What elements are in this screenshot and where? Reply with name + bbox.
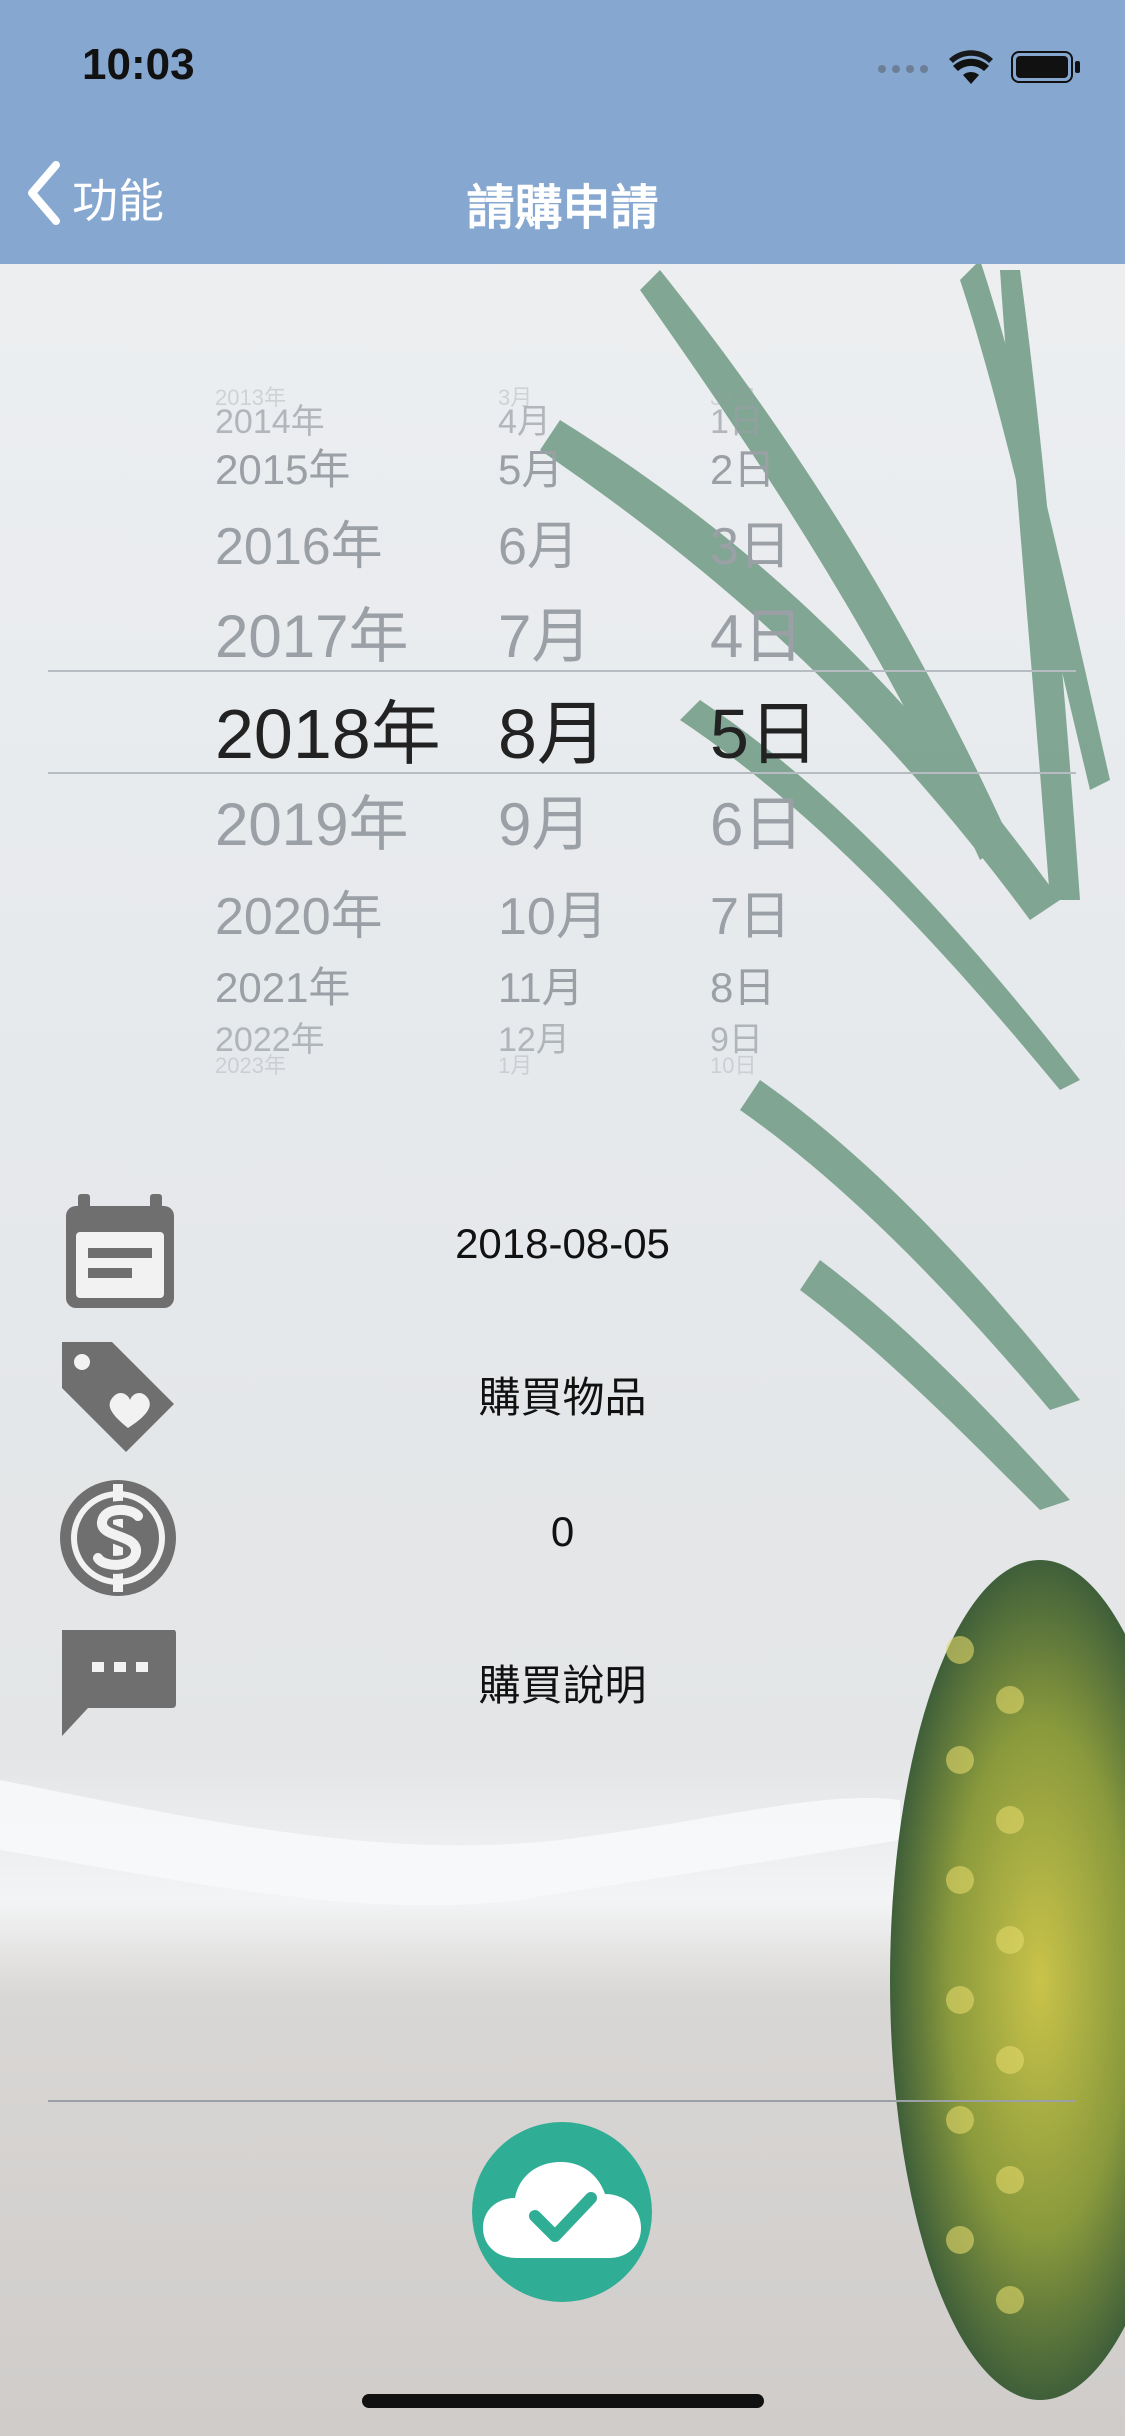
- dollar-icon: [56, 1476, 180, 1600]
- description-row[interactable]: 購買說明: [0, 1612, 1125, 1752]
- picker-day-selected[interactable]: 5日: [710, 678, 819, 779]
- chat-bubble-icon: [56, 1620, 180, 1744]
- picker-day-row[interactable]: 4日: [710, 588, 803, 675]
- tag-heart-icon: [56, 1332, 180, 1456]
- picker-year-row[interactable]: 2019年: [215, 776, 408, 863]
- picker-month-row[interactable]: 11月: [498, 954, 584, 1015]
- picker-year-selected[interactable]: 2018年: [215, 678, 441, 779]
- picker-year-row[interactable]: 2021年: [215, 954, 350, 1015]
- picker-day-row[interactable]: 2日: [710, 436, 775, 497]
- picker-month-row[interactable]: 5月: [498, 436, 563, 497]
- picker-year-row[interactable]: 2015年: [215, 436, 350, 497]
- amount-field[interactable]: 0: [240, 1508, 885, 1556]
- picker-day-row[interactable]: 10日: [710, 1048, 756, 1080]
- picker-year-row[interactable]: 2017年: [215, 588, 408, 675]
- date-row[interactable]: 2018-08-05: [0, 1180, 1125, 1320]
- picker-month-row[interactable]: 10月: [498, 874, 608, 949]
- picker-month-selected[interactable]: 8月: [498, 678, 607, 779]
- picker-month-column[interactable]: 3月 4月 5月 6月 7月 8月 9月 10月 11月 12月 1月: [498, 264, 648, 1084]
- description-field[interactable]: 購買說明: [240, 1652, 885, 1713]
- home-indicator[interactable]: [362, 2394, 764, 2408]
- submit-button[interactable]: [472, 2122, 652, 2302]
- status-icons: [877, 50, 1081, 89]
- signal-dots-icon: [877, 61, 931, 79]
- picker-year-row[interactable]: 2020年: [215, 874, 383, 949]
- picker-month-row[interactable]: 9月: [498, 776, 591, 863]
- wifi-icon: [949, 50, 993, 89]
- cloud-check-icon: [477, 2150, 647, 2275]
- navigation-bar: 功能 請購申請: [0, 132, 1125, 264]
- item-field[interactable]: 購買物品: [240, 1364, 885, 1425]
- picker-day-column[interactable]: 31日 1日 2日 3日 4日 5日 6日 7日 8日 9日 10日: [710, 264, 870, 1084]
- status-bar: 10:03: [0, 0, 1125, 132]
- calendar-icon: [56, 1188, 180, 1312]
- picker-year-column[interactable]: 2013年 2014年 2015年 2016年 2017年 2018年 2019…: [215, 264, 455, 1084]
- picker-month-row[interactable]: 6月: [498, 504, 579, 579]
- date-picker[interactable]: 2013年 2014年 2015年 2016年 2017年 2018年 2019…: [0, 264, 1125, 1084]
- date-value[interactable]: 2018-08-05: [240, 1220, 885, 1268]
- item-row[interactable]: 購買物品: [0, 1324, 1125, 1464]
- status-time: 10:03: [82, 40, 195, 89]
- bottom-divider: [48, 2100, 1076, 2102]
- picker-year-row[interactable]: 2023年: [215, 1048, 286, 1080]
- battery-icon: [1011, 51, 1081, 88]
- picker-year-row[interactable]: 2016年: [215, 504, 383, 579]
- page-title: 請購申請: [466, 182, 659, 235]
- picker-month-row[interactable]: 7月: [498, 588, 591, 675]
- picker-day-row[interactable]: 6日: [710, 776, 803, 863]
- picker-day-row[interactable]: 7日: [710, 874, 791, 949]
- amount-row[interactable]: 0: [0, 1468, 1125, 1608]
- picker-day-row[interactable]: 3日: [710, 504, 791, 579]
- picker-day-row[interactable]: 8日: [710, 954, 775, 1015]
- picker-month-row[interactable]: 1月: [498, 1048, 532, 1080]
